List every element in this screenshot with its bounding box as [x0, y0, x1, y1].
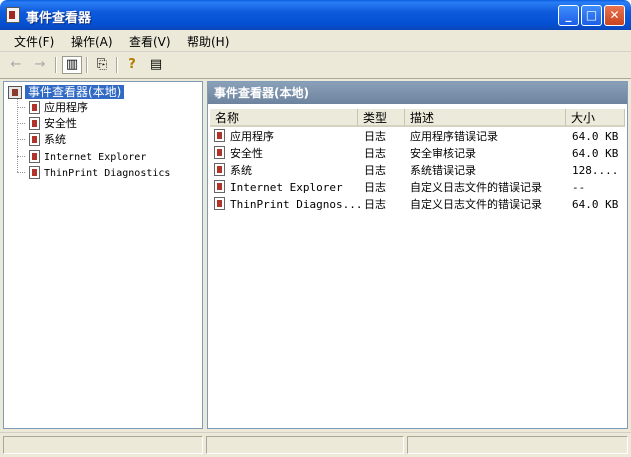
row-description: 应用程序错误记录: [410, 130, 498, 143]
row-name: 安全性: [230, 147, 263, 160]
table-row[interactable]: ThinPrint Diagnos... 日志 自定义日志文件的错误记录 64.…: [208, 196, 627, 213]
tree-item-label: 系统: [44, 133, 66, 146]
tree-root-label: 事件查看器(本地): [25, 85, 125, 99]
back-icon[interactable]: ←: [6, 56, 26, 74]
row-description: 安全审核记录: [410, 147, 476, 160]
row-size: 64.0 KB: [572, 147, 619, 160]
tree-connector: [17, 123, 25, 124]
export-list-icon[interactable]: ⎘: [92, 56, 112, 74]
menu-bar: 文件(F) 操作(A) 查看(V) 帮助(H): [0, 30, 631, 52]
row-name: ThinPrint Diagnos...: [230, 198, 363, 211]
help-icon[interactable]: ?: [122, 56, 142, 74]
row-name: 系统: [230, 164, 252, 177]
table-row[interactable]: 系统 日志 系统错误记录 128....: [208, 162, 627, 179]
tree-item-label: Internet Explorer: [44, 152, 147, 163]
row-name: 应用程序: [230, 130, 274, 143]
log-icon: [29, 117, 40, 130]
event-viewer-window: 事件查看器 _ □ ✕ 文件(F) 操作(A) 查看(V) 帮助(H) ← → …: [0, 0, 631, 457]
row-size: 64.0 KB: [572, 198, 619, 211]
row-type: 日志: [364, 130, 386, 143]
tree-item-internet-explorer[interactable]: Internet Explorer: [29, 149, 146, 164]
minimize-button[interactable]: _: [558, 5, 579, 26]
log-icon: [214, 180, 225, 193]
column-header-type[interactable]: 类型: [358, 109, 405, 127]
status-segment: [206, 436, 404, 454]
status-bar: [0, 432, 631, 457]
menu-action[interactable]: 操作(A): [71, 33, 113, 50]
row-description: 自定义日志文件的错误记录: [410, 198, 542, 211]
log-icon: [214, 146, 225, 159]
row-type: 日志: [364, 147, 386, 160]
tree-item-thinprint-diagnostics[interactable]: ThinPrint Diagnostics: [29, 165, 170, 180]
tree-item-security[interactable]: 安全性: [29, 116, 77, 131]
tree-item-label: 应用程序: [44, 101, 88, 114]
table-row[interactable]: 应用程序 日志 应用程序错误记录 64.0 KB: [208, 128, 627, 145]
log-icon: [29, 166, 40, 179]
row-type: 日志: [364, 198, 386, 211]
toolbar-separator: [86, 57, 88, 73]
tree-connector: [17, 107, 25, 108]
column-header-size[interactable]: 大小: [566, 109, 625, 127]
row-name: Internet Explorer: [230, 181, 343, 194]
close-button[interactable]: ✕: [604, 5, 625, 26]
menu-help[interactable]: 帮助(H): [187, 33, 229, 50]
tree-item-root[interactable]: 事件查看器(本地): [8, 85, 125, 100]
menu-file[interactable]: 文件(F): [14, 33, 54, 50]
show-hide-tree-icon[interactable]: ▥: [62, 56, 82, 74]
toolbar-separator: [55, 57, 57, 73]
row-description: 系统错误记录: [410, 164, 476, 177]
tree-connector: [17, 98, 18, 172]
details-pane: 事件查看器(本地) 名称 类型 描述 大小 应用程序 日志 应用程序错误记录 6…: [207, 81, 628, 429]
table-row[interactable]: 安全性 日志 安全审核记录 64.0 KB: [208, 145, 627, 162]
tree-connector: [17, 172, 25, 173]
status-segment: [3, 436, 203, 454]
title-bar[interactable]: 事件查看器 _ □ ✕: [0, 0, 631, 30]
row-type: 日志: [364, 164, 386, 177]
tree-item-system[interactable]: 系统: [29, 132, 66, 147]
row-description: 自定义日志文件的错误记录: [410, 181, 542, 194]
forward-icon[interactable]: →: [30, 56, 50, 74]
toolbar: ← → ▥ ⎘ ? ▤: [0, 52, 631, 79]
tree-connector: [17, 139, 25, 140]
status-segment: [407, 436, 628, 454]
log-icon: [29, 150, 40, 163]
row-type: 日志: [364, 181, 386, 194]
tree-item-label: 安全性: [44, 117, 77, 130]
log-icon: [29, 101, 40, 114]
event-viewer-icon: [8, 86, 22, 99]
properties-icon[interactable]: ▤: [146, 56, 166, 74]
tree-connector: [17, 156, 25, 157]
event-viewer-app-icon: [6, 7, 20, 23]
console-tree: 事件查看器(本地) 应用程序 安全性 系统 Internet Explorer …: [3, 81, 203, 429]
column-header-name[interactable]: 名称: [210, 109, 358, 127]
row-size: 64.0 KB: [572, 130, 619, 143]
row-size: --: [572, 181, 586, 194]
details-pane-title: 事件查看器(本地): [208, 82, 627, 104]
window-title: 事件查看器: [26, 11, 92, 26]
row-size: 128....: [572, 164, 619, 177]
table-row[interactable]: Internet Explorer 日志 自定义日志文件的错误记录 --: [208, 179, 627, 196]
toolbar-separator: [116, 57, 118, 73]
log-icon: [214, 197, 225, 210]
log-icon: [214, 129, 225, 142]
column-header-description[interactable]: 描述: [405, 109, 566, 127]
maximize-button[interactable]: □: [581, 5, 602, 26]
tree-item-application[interactable]: 应用程序: [29, 100, 88, 115]
menu-view[interactable]: 查看(V): [129, 33, 171, 50]
tree-item-label: ThinPrint Diagnostics: [44, 168, 171, 179]
log-icon: [214, 163, 225, 176]
log-icon: [29, 133, 40, 146]
